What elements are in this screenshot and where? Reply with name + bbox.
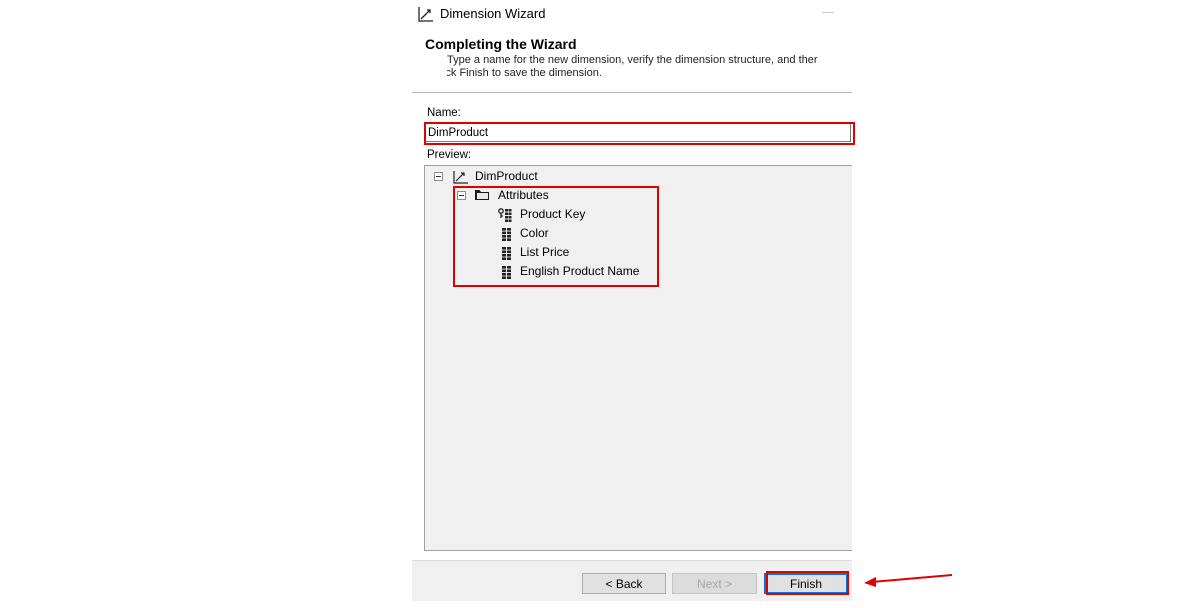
attribute-icon (502, 266, 511, 279)
attribute-icon (502, 247, 511, 260)
preview-tree[interactable]: DimProduct Attributes Product Key Color … (424, 165, 852, 551)
page-description: Type a name for the new dimension, verif… (447, 54, 851, 80)
wizard-footer: < Back Next > Finish (412, 560, 852, 601)
title-bar: Dimension Wizard (412, 0, 852, 28)
preview-label: Preview: (427, 149, 472, 161)
description-line-2: click Finish to save the dimension. (447, 67, 602, 79)
back-button[interactable]: < Back (582, 573, 666, 594)
tree-label-dimension: DimProduct (475, 169, 538, 183)
minimize-icon[interactable] (822, 12, 834, 13)
attribute-label: English Product Name (520, 264, 640, 278)
header-divider (412, 92, 852, 93)
attribute-label: Product Key (520, 207, 586, 221)
dimension-wizard-window: Dimension Wizard Completing the Wizard T… (412, 0, 852, 601)
attribute-icon (502, 228, 511, 241)
window-title: Dimension Wizard (440, 6, 546, 21)
finish-button[interactable]: Finish (764, 573, 848, 594)
key-attribute-icon (498, 208, 512, 222)
next-button[interactable]: Next > (672, 573, 757, 594)
annotation-arrow-icon (864, 574, 953, 587)
attribute-label: Color (520, 226, 549, 240)
dimension-icon (418, 7, 433, 22)
dimension-icon (453, 171, 468, 184)
tree-label-attributes: Attributes (498, 188, 549, 202)
collapse-icon[interactable] (457, 191, 466, 200)
dimension-name-input[interactable] (425, 123, 851, 142)
wizard-header: Completing the Wizard Type a name for th… (412, 34, 852, 92)
folder-icon (475, 190, 489, 200)
description-line-1: Type a name for the new dimension, verif… (447, 54, 818, 66)
attribute-label: List Price (520, 245, 570, 259)
collapse-icon[interactable] (434, 172, 443, 181)
page-title: Completing the Wizard (425, 36, 577, 52)
name-label: Name: (427, 107, 461, 119)
